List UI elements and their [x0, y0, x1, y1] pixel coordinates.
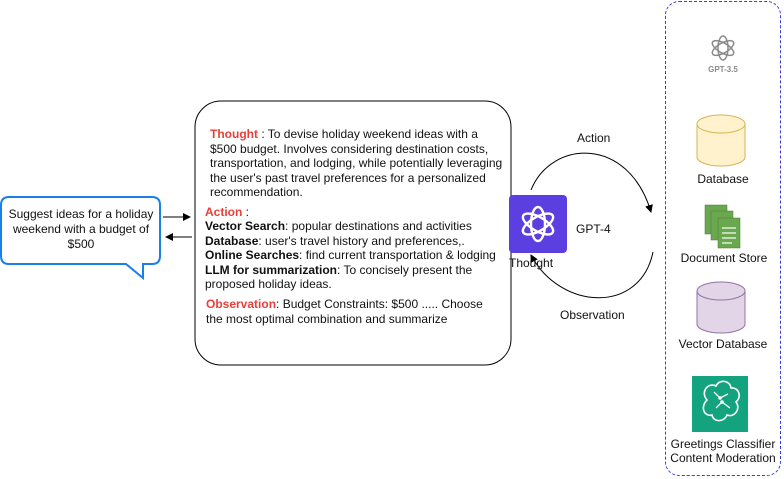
gpt35-label: GPT-3.5: [708, 65, 738, 74]
action-name: Vector Search: [205, 219, 286, 233]
action-suffix: :: [242, 205, 250, 219]
thought-label: Thought: [210, 127, 258, 141]
action-name: Online Searches: [205, 248, 300, 262]
query-bubble-text: Suggest ideas for a holiday weekend with…: [8, 207, 154, 251]
action-text: : popular destinations and activities: [285, 219, 472, 233]
observation-label: Observation: [206, 297, 277, 311]
action-heading: Action :: [205, 205, 249, 220]
action-label: Action: [205, 205, 243, 219]
greetings-classifier-label: Greetings Classifier: [670, 437, 776, 451]
database-label: Database: [697, 172, 749, 186]
action-list: Vector Search: popular destinations and …: [205, 219, 507, 292]
loop-thought-label: Thought: [509, 256, 554, 270]
action-item-online-searches: Online Searches: find current transporta…: [205, 248, 507, 263]
action-text: : user's travel history and preferences,…: [258, 233, 465, 248]
action-name: LLM for summarization: [205, 262, 338, 277]
loop-action-label: Action: [577, 131, 611, 145]
content-moderation-label: Content Moderation: [670, 451, 776, 465]
gpt4-tile: [509, 195, 567, 253]
gpt4-openai-logo-icon: [521, 205, 555, 243]
action-name: Database: [205, 233, 259, 248]
action-item-vector-search: Vector Search: popular destinations and …: [205, 219, 507, 234]
thought-block: Thought : To devise holiday weekend idea…: [210, 127, 505, 200]
observation-block: Observation: Budget Constraints: $500 ..…: [206, 297, 496, 326]
action-item-database: Database: user's travel history and pref…: [205, 234, 507, 249]
action-item-llm-summarization: LLM for summarization: To concisely pres…: [205, 263, 507, 292]
action-text: : find current transportation & lodging: [299, 248, 496, 262]
document-store-label: Document Store: [680, 251, 768, 265]
gpt4-label: GPT-4: [576, 222, 611, 236]
vector-database-label: Vector Database: [678, 337, 768, 351]
loop-observation-label: Observation: [560, 308, 625, 322]
